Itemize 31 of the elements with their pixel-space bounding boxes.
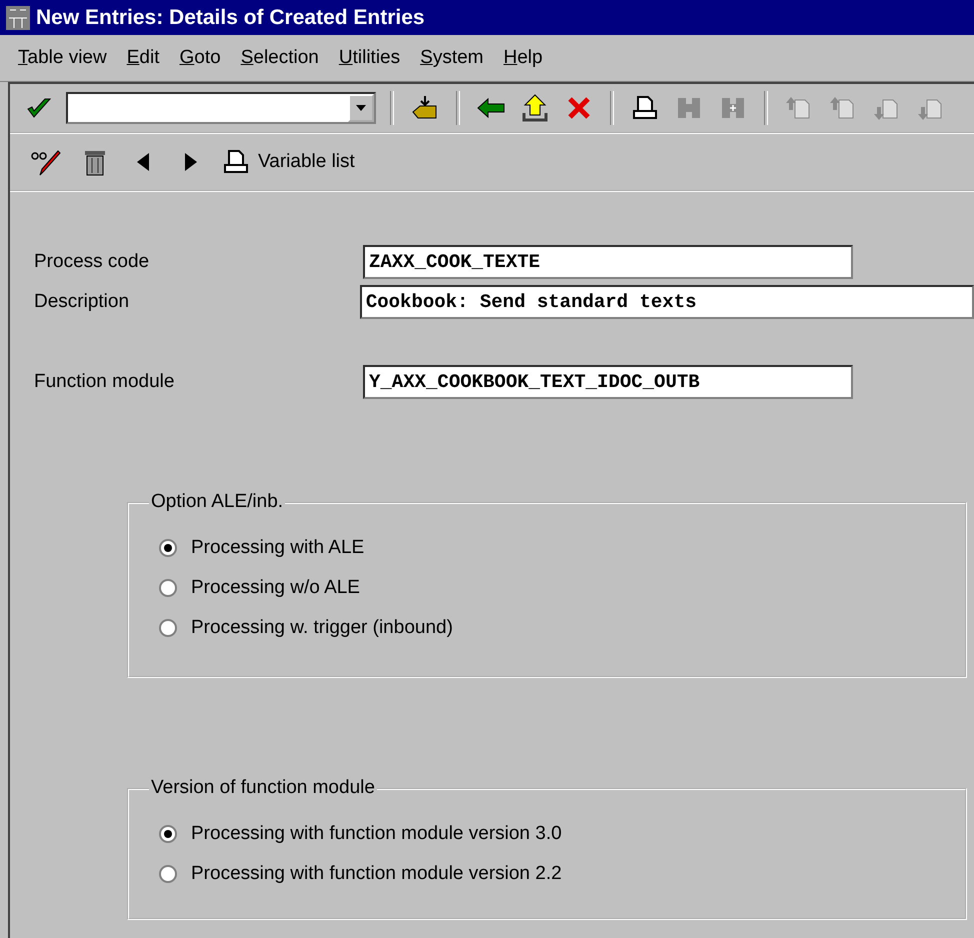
printer-icon [222, 148, 250, 176]
menu-item[interactable]: Table view [18, 47, 107, 69]
dropdown-button[interactable] [348, 94, 374, 122]
window-title: New Entries: Details of Created Entries [36, 6, 425, 30]
radio-label[interactable]: Processing with ALE [191, 537, 364, 559]
radio-label[interactable]: Processing w. trigger (inbound) [191, 617, 453, 639]
radio-button[interactable] [159, 825, 177, 843]
field-label: Description [34, 291, 130, 313]
command-field[interactable] [66, 92, 376, 124]
radio-label[interactable]: Processing with function module version 3.0 [191, 823, 562, 845]
radio-label[interactable]: Processing w/o ALE [191, 577, 360, 599]
radio-button[interactable] [159, 865, 177, 883]
text-field[interactable]: ZAXX_COOK_TEXTE [363, 245, 853, 279]
caret-icon [356, 105, 366, 111]
variable-list-button[interactable]: Variable list [222, 148, 355, 176]
group-title: Option ALE/inb. [149, 491, 286, 513]
menu-item[interactable]: System [420, 47, 484, 69]
radio-button[interactable] [159, 539, 177, 557]
radio-label[interactable]: Processing with function module version 2.2 [191, 863, 562, 885]
radio-button[interactable] [159, 619, 177, 637]
menu-item[interactable]: Utilities [338, 47, 400, 69]
text-field[interactable]: Cookbook: Send standard texts [360, 285, 974, 319]
field-label: Function module [34, 371, 176, 393]
app-logo-icon [6, 6, 30, 30]
field-label: Process code [34, 251, 150, 273]
radio-button[interactable] [159, 579, 177, 597]
menu-item[interactable]: Help [504, 47, 543, 69]
menu-item[interactable]: Edit [126, 47, 160, 69]
text-field[interactable]: Y_AXX_COOKBOOK_TEXT_IDOC_OUTB [363, 365, 853, 399]
menu-item[interactable]: Goto [179, 47, 221, 69]
menu-item[interactable]: Selection [240, 47, 319, 69]
